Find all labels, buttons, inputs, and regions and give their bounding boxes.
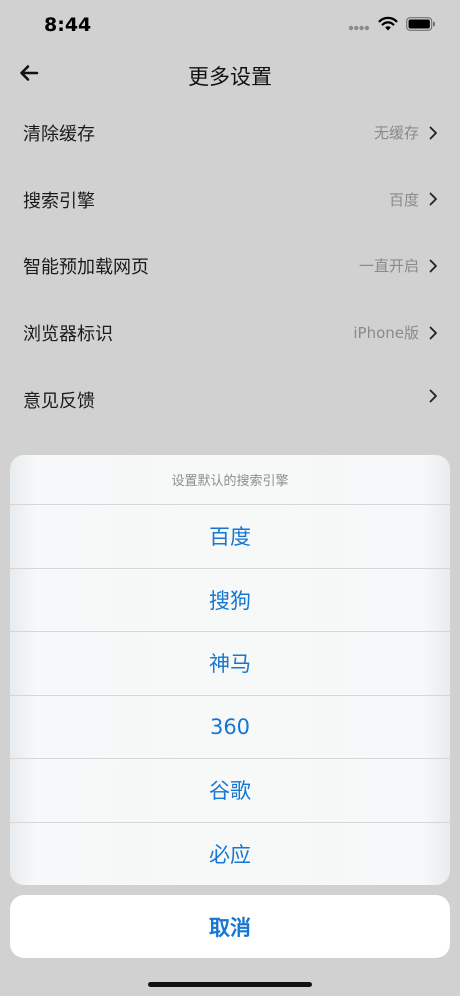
page-title: 更多设置 [188,65,272,89]
settings-row-label: 意见反馈 [23,390,95,412]
nav-bar: 更多设置 [0,52,460,98]
chevron-right-icon [429,126,437,139]
option-baidu[interactable]: 百度 [10,504,450,568]
settings-row-value: 无缓存 [373,124,419,142]
settings-row-clear-cache[interactable]: 清除缓存 无缓存 [0,98,460,165]
battery-icon [406,16,436,35]
settings-row-label: 清除缓存 [23,124,95,145]
option-google[interactable]: 谷歌 [10,758,450,822]
action-sheet-header: 设置默认的搜索引擎 [10,455,450,504]
signal-dots-icon [348,16,370,35]
option-sogou[interactable]: 搜狗 [10,567,450,632]
chevron-right-icon [429,259,437,273]
search-engine-action-sheet: 设置默认的搜索引擎 百度 搜狗 神马 360 谷歌 必应 [10,455,450,885]
chevron-right-icon [429,389,437,403]
status-bar: 8:44 [0,0,460,50]
status-time: 8:44 [44,14,92,36]
home-indicator [148,982,312,987]
status-icons [348,16,436,34]
cancel-button[interactable]: 取消 [10,895,450,958]
option-shenma[interactable]: 神马 [10,631,450,695]
action-sheet-title: 设置默认的搜索引擎 [171,474,289,489]
settings-row-value: 百度 [388,190,419,209]
settings-row-value: iPhone版 [353,324,419,343]
settings-row-label: 搜索引擎 [23,190,95,212]
settings-row-browser-ua[interactable]: 浏览器标识 iPhone版 [0,298,460,365]
settings-row-feedback[interactable]: 意见反馈 [0,365,460,432]
settings-row-label: 智能预加载网页 [23,257,149,279]
settings-row-search-engine[interactable]: 搜索引擎 百度 [0,165,460,232]
settings-row-smart-preload[interactable]: 智能预加载网页 一直开启 [0,231,460,298]
wifi-icon [378,16,398,35]
settings-row-label: 浏览器标识 [23,324,113,346]
settings-list: 清除缓存 无缓存 搜索引擎 百度 智能预加载网页 一直开启 浏览器标识 iPho… [0,98,460,431]
settings-row-value: 一直开启 [358,257,419,276]
chevron-right-icon [429,326,437,339]
chevron-right-icon [429,192,437,206]
option-bing[interactable]: 必应 [10,821,450,886]
option-360[interactable]: 360 [10,694,450,759]
